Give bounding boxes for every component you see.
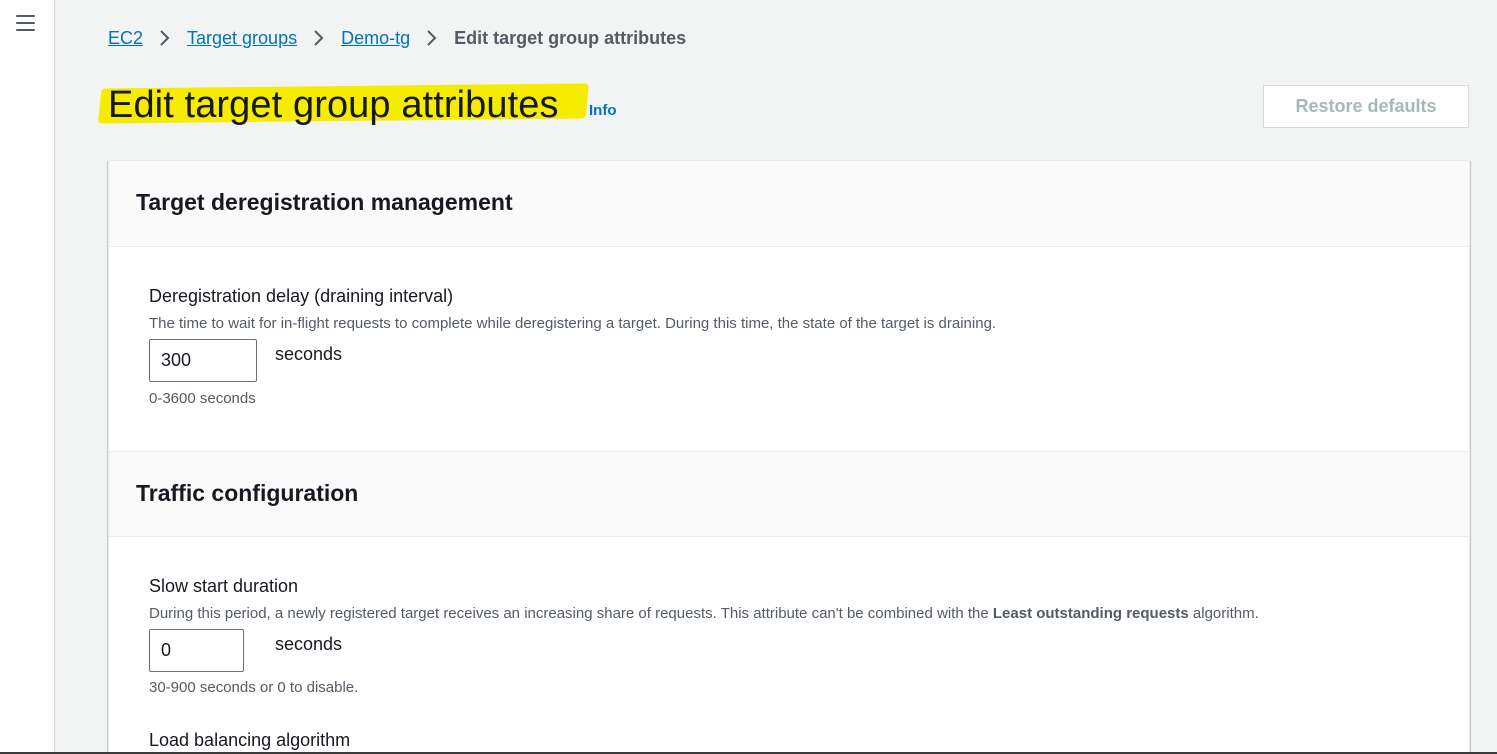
slow-start-description-pre: During this period, a newly registered t… [149, 605, 993, 622]
deregistration-delay-constraint: 0-3600 seconds [149, 390, 256, 407]
load-balancing-algorithm-label: Load balancing algorithm [149, 730, 351, 750]
breadcrumb: EC2 Target groups Demo-tg Edit target gr… [108, 26, 686, 50]
deregistration-delay-input[interactable] [149, 339, 257, 382]
slow-start-description: During this period, a newly registered t… [149, 605, 1259, 622]
section-header-traffic: Traffic configuration [109, 451, 1469, 537]
deregistration-delay-unit: seconds [275, 344, 343, 364]
info-link[interactable]: Info [589, 102, 617, 119]
deregistration-delay-description: The time to wait for in-flight requests … [149, 315, 997, 332]
side-navigation-rail [0, 0, 55, 754]
slow-start-description-post: algorithm. [1188, 605, 1259, 622]
chevron-right-icon [418, 26, 446, 50]
attributes-container: Target deregistration management Deregis… [108, 160, 1470, 754]
slow-start-input[interactable] [149, 629, 244, 672]
section-title: Target deregistration management [136, 189, 513, 215]
chevron-right-icon [305, 26, 333, 50]
slow-start-constraint: 30-900 seconds or 0 to disable. [149, 679, 359, 696]
section-header-deregistration: Target deregistration management [109, 161, 1469, 247]
page-title: Edit target group attributes [108, 84, 559, 126]
breadcrumb-current: Edit target group attributes [454, 27, 687, 48]
restore-defaults-button[interactable]: Restore defaults [1263, 85, 1469, 128]
section-title: Traffic configuration [136, 480, 359, 506]
chevron-right-icon [151, 26, 179, 50]
breadcrumb-target-groups[interactable]: Target groups [187, 28, 297, 49]
breadcrumb-demo-tg[interactable]: Demo-tg [341, 28, 410, 49]
breadcrumb-ec2[interactable]: EC2 [108, 28, 143, 49]
deregistration-delay-label: Deregistration delay (draining interval) [149, 286, 454, 306]
slow-start-unit: seconds [275, 634, 343, 654]
slow-start-description-bold: Least outstanding requests [992, 605, 1189, 622]
slow-start-label: Slow start duration [149, 576, 299, 596]
hamburger-menu-icon[interactable] [14, 13, 40, 35]
